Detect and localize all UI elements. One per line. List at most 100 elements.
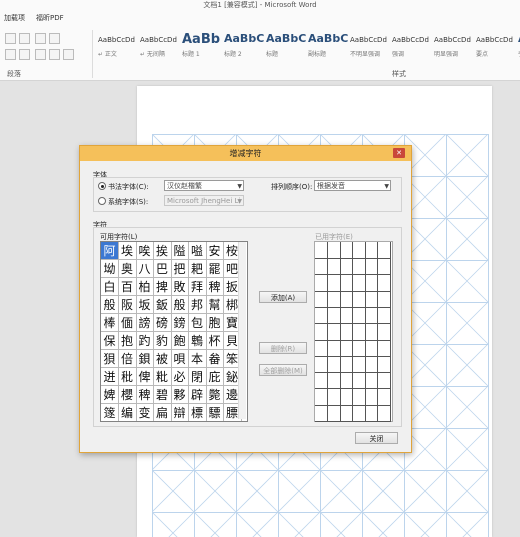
char-cell[interactable]: 变 bbox=[136, 404, 154, 421]
increase-indent-icon[interactable] bbox=[5, 33, 16, 44]
char-cell[interactable]: 嗌 bbox=[188, 242, 207, 260]
delete-all-button[interactable]: 全部删除(M) bbox=[259, 364, 307, 376]
char-cell[interactable]: 粃 bbox=[153, 368, 172, 386]
char-cell[interactable]: 偭 bbox=[118, 314, 137, 332]
style-item[interactable]: AaBbC 副标题 bbox=[306, 30, 351, 60]
char-cell[interactable]: 把 bbox=[171, 260, 189, 278]
char-cell[interactable]: 唄 bbox=[171, 350, 189, 368]
char-cell[interactable]: 包 bbox=[188, 314, 207, 332]
char-cell[interactable]: 抱 bbox=[118, 332, 137, 350]
char-cell[interactable]: 飽 bbox=[171, 332, 189, 350]
char-cell[interactable]: 驃 bbox=[206, 404, 224, 421]
char-cell[interactable]: 鈑 bbox=[153, 296, 172, 314]
char-cell[interactable]: 柏 bbox=[136, 278, 154, 296]
char-cell[interactable]: 百 bbox=[118, 278, 137, 296]
char-cell[interactable]: 篴 bbox=[101, 404, 119, 421]
char-cell[interactable]: 邦 bbox=[188, 296, 207, 314]
style-item[interactable]: AaBbCcDd 不明显强调 bbox=[348, 30, 393, 60]
char-cell[interactable]: 趵 bbox=[136, 332, 154, 350]
char-cell[interactable]: 幫 bbox=[206, 296, 224, 314]
char-cell[interactable]: 謗 bbox=[136, 314, 154, 332]
sort-icon[interactable] bbox=[49, 33, 60, 44]
char-cell[interactable]: 豹 bbox=[153, 332, 172, 350]
system-font-select[interactable]: Microsoft JhengHei Li ▼ bbox=[164, 195, 244, 206]
char-cell[interactable]: 奥 bbox=[118, 260, 137, 278]
sort-order-select[interactable]: 根据发音 ▼ bbox=[314, 180, 391, 191]
char-cell[interactable]: 斃 bbox=[206, 386, 224, 404]
style-item[interactable]: AaB引 bbox=[516, 30, 520, 60]
style-item[interactable]: AaBbCcDd 强调 bbox=[390, 30, 435, 60]
style-item[interactable]: AaBbCcDd 明显强调 bbox=[432, 30, 477, 60]
char-cell[interactable]: 坂 bbox=[136, 296, 154, 314]
char-cell[interactable]: 编 bbox=[119, 404, 137, 421]
char-cell[interactable]: 標 bbox=[189, 404, 207, 421]
char-cell[interactable]: 櫻 bbox=[118, 386, 137, 404]
calligraphy-font-radio[interactable] bbox=[98, 182, 106, 190]
char-cell[interactable]: 辯 bbox=[171, 404, 189, 421]
close-icon[interactable]: ✕ bbox=[393, 148, 405, 158]
align-right-icon[interactable] bbox=[19, 49, 30, 60]
char-cell[interactable]: 般 bbox=[101, 296, 119, 314]
char-cell[interactable]: 棒 bbox=[101, 314, 119, 332]
style-item[interactable]: AaBbCcDd ↵ 正文 bbox=[96, 30, 141, 60]
shading-icon[interactable] bbox=[49, 49, 60, 60]
char-cell[interactable]: 磅 bbox=[153, 314, 172, 332]
tab-foxit-pdf[interactable]: 福昕PDF bbox=[36, 13, 64, 23]
char-cell[interactable]: 保 bbox=[101, 332, 119, 350]
available-chars-list[interactable]: 阿埃唉挨隘嗌安桉坳奥八巴把耙罷吧白百柏捭敗拜稗扳般阪坂鈑般邦幫梆棒偭謗磅鎊包胞寶… bbox=[100, 241, 248, 422]
char-cell[interactable]: 敗 bbox=[171, 278, 189, 296]
char-cell[interactable]: 拜 bbox=[188, 278, 207, 296]
char-cell[interactable]: 辟 bbox=[188, 386, 207, 404]
align-center-icon[interactable] bbox=[5, 49, 16, 60]
char-cell[interactable]: 婢 bbox=[101, 386, 119, 404]
tab-addins[interactable]: 加载项 bbox=[4, 13, 25, 23]
char-cell[interactable]: 巴 bbox=[153, 260, 172, 278]
close-button[interactable]: 关闭 bbox=[355, 432, 398, 444]
char-cell[interactable]: 秕 bbox=[118, 368, 137, 386]
char-cell[interactable]: 白 bbox=[101, 278, 119, 296]
char-cell[interactable]: 夥 bbox=[171, 386, 189, 404]
char-cell[interactable]: 坳 bbox=[101, 260, 119, 278]
char-cell[interactable]: 倍 bbox=[118, 350, 137, 368]
char-cell[interactable]: 安 bbox=[206, 242, 224, 260]
char-cell[interactable]: 狽 bbox=[101, 350, 119, 368]
char-cell[interactable]: 鎊 bbox=[171, 314, 189, 332]
char-cell[interactable]: 挨 bbox=[153, 242, 172, 260]
char-cell[interactable]: 耙 bbox=[188, 260, 207, 278]
style-item[interactable]: AaBbC 标题 bbox=[264, 30, 309, 60]
char-cell[interactable]: 杯 bbox=[206, 332, 224, 350]
char-cell[interactable]: 扁 bbox=[154, 404, 172, 421]
char-cell[interactable]: 畚 bbox=[206, 350, 224, 368]
available-chars-scrollbar[interactable] bbox=[238, 242, 246, 419]
style-item[interactable]: AaBb 标题 1 bbox=[180, 30, 225, 60]
char-cell[interactable]: 稗 bbox=[136, 386, 154, 404]
style-item[interactable]: AaBbCcDd ↵ 无间隔 bbox=[138, 30, 183, 60]
borders-icon[interactable] bbox=[63, 49, 74, 60]
char-cell[interactable]: 唉 bbox=[136, 242, 154, 260]
char-cell[interactable]: 被 bbox=[153, 350, 172, 368]
char-cell[interactable]: 罷 bbox=[206, 260, 224, 278]
char-cell[interactable]: 庇 bbox=[206, 368, 224, 386]
char-cell[interactable]: 隘 bbox=[171, 242, 189, 260]
char-cell[interactable]: 鋇 bbox=[136, 350, 154, 368]
char-cell[interactable]: 胞 bbox=[206, 314, 224, 332]
char-cell[interactable]: 埃 bbox=[118, 242, 137, 260]
style-item[interactable]: AaBbC 标题 2 bbox=[222, 30, 267, 60]
line-spacing-icon[interactable] bbox=[35, 49, 46, 60]
delete-button[interactable]: 删除(R) bbox=[259, 342, 307, 354]
char-cell[interactable]: 八 bbox=[136, 260, 154, 278]
char-cell[interactable]: 捭 bbox=[153, 278, 172, 296]
calligraphy-font-select[interactable]: 汉仪赵楷繁 ▼ bbox=[164, 180, 244, 191]
char-cell[interactable]: 碧 bbox=[153, 386, 172, 404]
char-cell[interactable]: 般 bbox=[171, 296, 189, 314]
char-cell[interactable]: 阪 bbox=[118, 296, 137, 314]
add-button[interactable]: 添加(A) bbox=[259, 291, 307, 303]
char-cell[interactable]: 閉 bbox=[188, 368, 207, 386]
char-cell[interactable]: 阿 bbox=[101, 242, 119, 260]
char-cell[interactable]: 本 bbox=[188, 350, 207, 368]
decrease-indent-icon[interactable] bbox=[19, 33, 30, 44]
char-cell[interactable]: 鵯 bbox=[188, 332, 207, 350]
style-item[interactable]: AaBbCcDd 要点 bbox=[474, 30, 519, 60]
char-cell[interactable]: 俾 bbox=[136, 368, 154, 386]
char-cell[interactable]: 迸 bbox=[101, 368, 119, 386]
